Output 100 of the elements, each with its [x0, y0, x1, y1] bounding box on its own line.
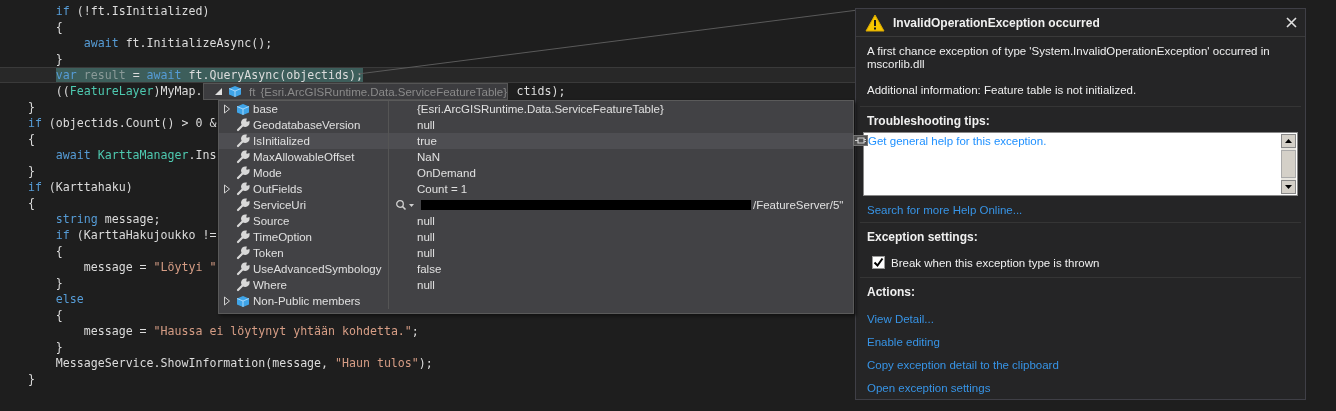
property-name: Mode — [253, 167, 282, 179]
section-heading: Actions: — [867, 285, 916, 299]
property-value: true — [417, 135, 437, 147]
datatip-row[interactable]: UseAdvancedSymbology false — [219, 261, 853, 277]
wrench-icon — [236, 230, 250, 244]
exception-message: A first chance exception of type 'System.InvalidOperationException' occurred in mscorlib.dll — [867, 45, 1271, 71]
expand-arrow-icon[interactable] — [223, 184, 231, 194]
datatip-row[interactable]: Token null — [219, 245, 853, 261]
action-link[interactable]: View Detail... — [867, 312, 934, 326]
code-line: { — [55, 243, 63, 259]
property-name: GeodatabaseVersion — [253, 119, 361, 131]
property-name: Non-Public members — [253, 295, 361, 307]
section-heading: Troubleshooting tips: — [867, 114, 991, 128]
wrench-icon — [236, 150, 250, 164]
property-value: Count = 1 — [417, 183, 468, 195]
variable-name: ft — [249, 85, 256, 98]
code-line: if (KarttaHakujoukko != — [55, 227, 217, 243]
object-icon — [236, 294, 250, 308]
code-line: if (Karttahaku) — [27, 179, 133, 195]
property-name: Token — [253, 247, 284, 259]
scroll-down-icon[interactable] — [1281, 180, 1296, 194]
wrench-icon — [236, 166, 250, 180]
wrench-icon — [236, 134, 250, 148]
code-line: } — [55, 51, 63, 67]
datatip-row[interactable]: ServiceUri /FeatureServer/5" — [219, 197, 853, 213]
code-line: } — [55, 275, 63, 291]
code-line: MessageService.ShowInformation(message, "Haun tulos"); — [55, 355, 433, 371]
property-name: Source — [253, 215, 290, 227]
datatip-row[interactable]: Source null — [219, 213, 853, 229]
property-name: IsInitialized — [253, 135, 310, 147]
property-name: base — [253, 103, 278, 115]
property-name: ServiceUri — [253, 199, 307, 211]
code-line: ctids); — [516, 83, 566, 99]
property-value: null — [417, 119, 435, 131]
code-line: } — [27, 163, 35, 179]
datatip-row[interactable]: OutFields Count = 1 — [219, 181, 853, 197]
object-icon — [236, 102, 250, 116]
code-line: string message; — [55, 211, 161, 227]
wrench-icon — [236, 214, 250, 228]
property-value: {Esri.ArcGISRuntime.Data.ServiceFeatureTable} — [417, 103, 664, 115]
wrench-icon — [236, 262, 250, 276]
property-value: null — [417, 215, 435, 227]
additional-information: Additional information: Feature table is not initialized. — [867, 84, 1138, 96]
property-name: UseAdvancedSymbology — [253, 263, 382, 275]
section-heading: Exception settings: — [867, 230, 979, 244]
scrollbar[interactable] — [1281, 134, 1296, 194]
wrench-icon — [236, 278, 250, 292]
property-value: NaN — [417, 151, 440, 163]
scroll-thumb[interactable] — [1281, 150, 1296, 178]
action-link[interactable]: Copy exception detail to the clipboard — [867, 358, 1059, 372]
scroll-up-icon[interactable] — [1281, 134, 1296, 148]
code-line: ((FeatureLayer)MyMap. — [55, 83, 203, 99]
property-name: Where — [253, 279, 287, 291]
datatip-row[interactable]: MaxAllowableOffset NaN — [219, 149, 853, 165]
checkbox[interactable] — [872, 256, 885, 269]
code-line: message = "Löytyi " — [83, 259, 217, 275]
code-line: } — [27, 371, 35, 387]
checkbox-label: Break when this exception type is thrown — [891, 256, 1100, 269]
code-line: { — [55, 19, 63, 35]
close-icon[interactable] — [1286, 17, 1297, 28]
variable-value: {Esri.ArcGISRuntime.Data.ServiceFeatureTable} — [260, 85, 508, 98]
code-line: if (objectids.Count() > 0 & — [27, 115, 217, 131]
datatip-row[interactable]: Where null — [219, 277, 853, 293]
magnifier-icon[interactable] — [395, 199, 415, 211]
datatip-row[interactable]: Non-Public members — [219, 293, 853, 309]
property-name: MaxAllowableOffset — [253, 151, 355, 163]
datatip-row[interactable]: TimeOption null — [219, 229, 853, 245]
expand-arrow-icon[interactable] — [223, 104, 231, 114]
wrench-icon — [236, 246, 250, 260]
datatip-row[interactable]: Mode OnDemand — [219, 165, 853, 181]
property-value: /FeatureServer/5" — [753, 199, 844, 211]
collapse-arrow-icon[interactable] — [214, 87, 223, 96]
datatip-row[interactable]: base {Esri.ArcGISRuntime.Data.ServiceFeatureTable} — [219, 101, 853, 117]
warning-icon — [865, 13, 885, 32]
code-line: else — [55, 291, 84, 307]
code-line: { — [55, 307, 63, 323]
datatip-row[interactable]: IsInitialized true — [219, 133, 853, 149]
help-online-link[interactable]: Search for more Help Online... — [867, 204, 1023, 216]
code-line: message = "Haussa ei löytynyt yhtään kohdetta."; — [83, 323, 419, 339]
property-value: OnDemand — [417, 167, 476, 179]
code-line: await ft.InitializeAsync(); — [83, 35, 273, 51]
object-icon — [228, 85, 242, 98]
wrench-icon — [236, 198, 250, 212]
property-name: TimeOption — [253, 231, 312, 243]
wrench-icon — [236, 118, 250, 132]
property-name: OutFields — [253, 183, 303, 195]
code-line: { — [27, 131, 35, 147]
property-value: null — [417, 231, 435, 243]
code-line: } — [55, 339, 63, 355]
property-value: null — [417, 279, 435, 291]
property-value: null — [417, 247, 435, 259]
expand-arrow-icon[interactable] — [223, 296, 231, 306]
code-line: { — [27, 195, 35, 211]
code-line: } — [27, 99, 35, 115]
dialog-title: InvalidOperationException occurred — [893, 15, 1101, 30]
action-link[interactable]: Open exception settings — [867, 381, 991, 395]
action-link[interactable]: Enable editing — [867, 335, 940, 349]
property-value: false — [417, 263, 442, 275]
code-line: await KarttaManager.Ins — [55, 147, 217, 163]
wrench-icon — [236, 182, 250, 196]
